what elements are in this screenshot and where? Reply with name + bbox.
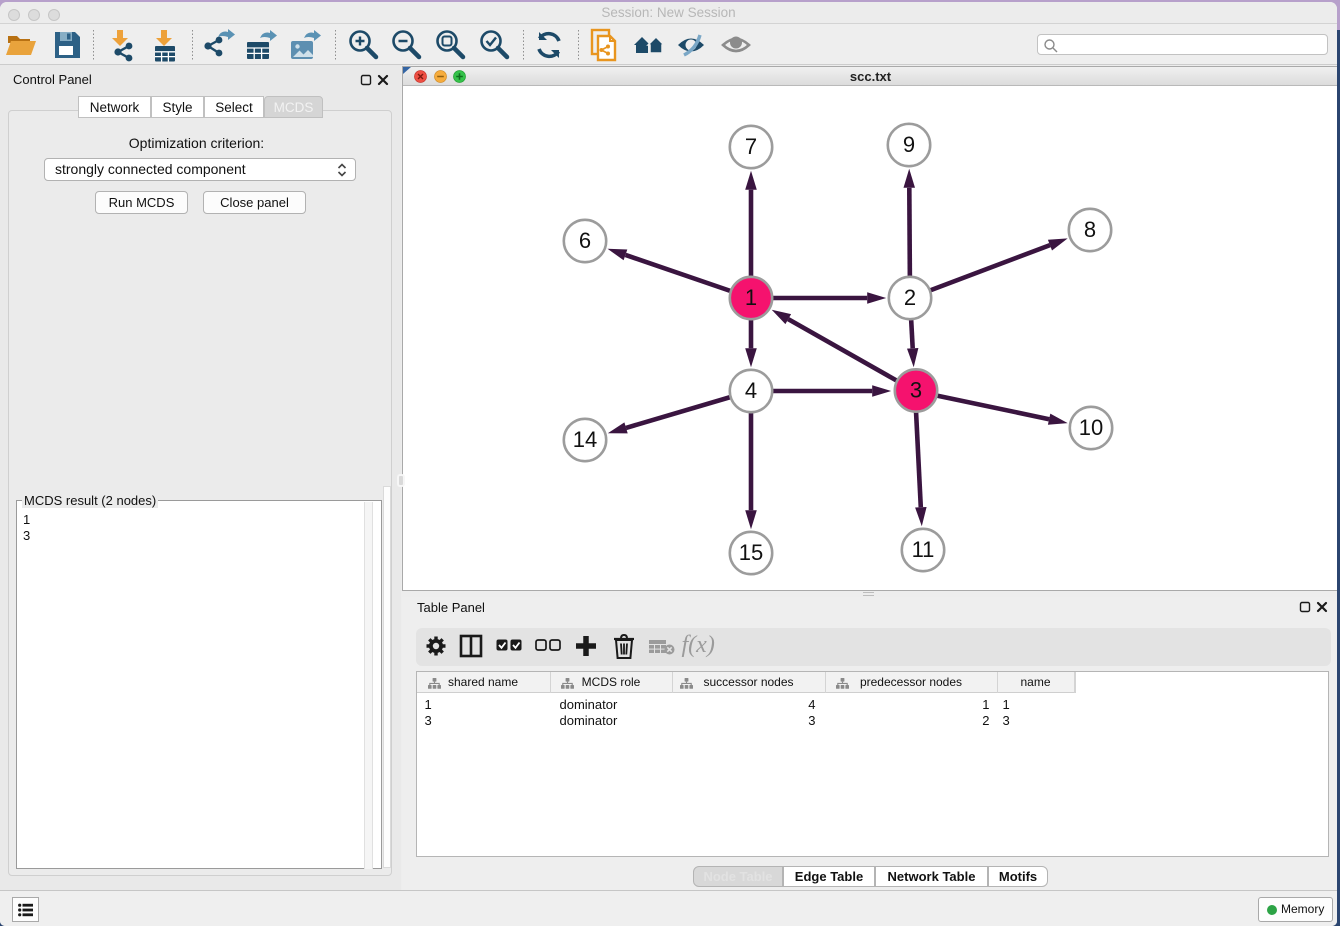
svg-text:3: 3	[910, 378, 922, 403]
svg-text:2: 2	[904, 285, 916, 310]
svg-text:7: 7	[745, 134, 757, 159]
svg-text:14: 14	[573, 427, 597, 452]
svg-text:15: 15	[739, 540, 763, 565]
svg-text:4: 4	[745, 378, 757, 403]
svg-text:6: 6	[579, 228, 591, 253]
svg-text:11: 11	[912, 537, 935, 562]
svg-text:9: 9	[903, 132, 915, 157]
svg-text:8: 8	[1084, 217, 1096, 242]
svg-text:1: 1	[745, 285, 757, 310]
svg-text:10: 10	[1079, 415, 1103, 440]
